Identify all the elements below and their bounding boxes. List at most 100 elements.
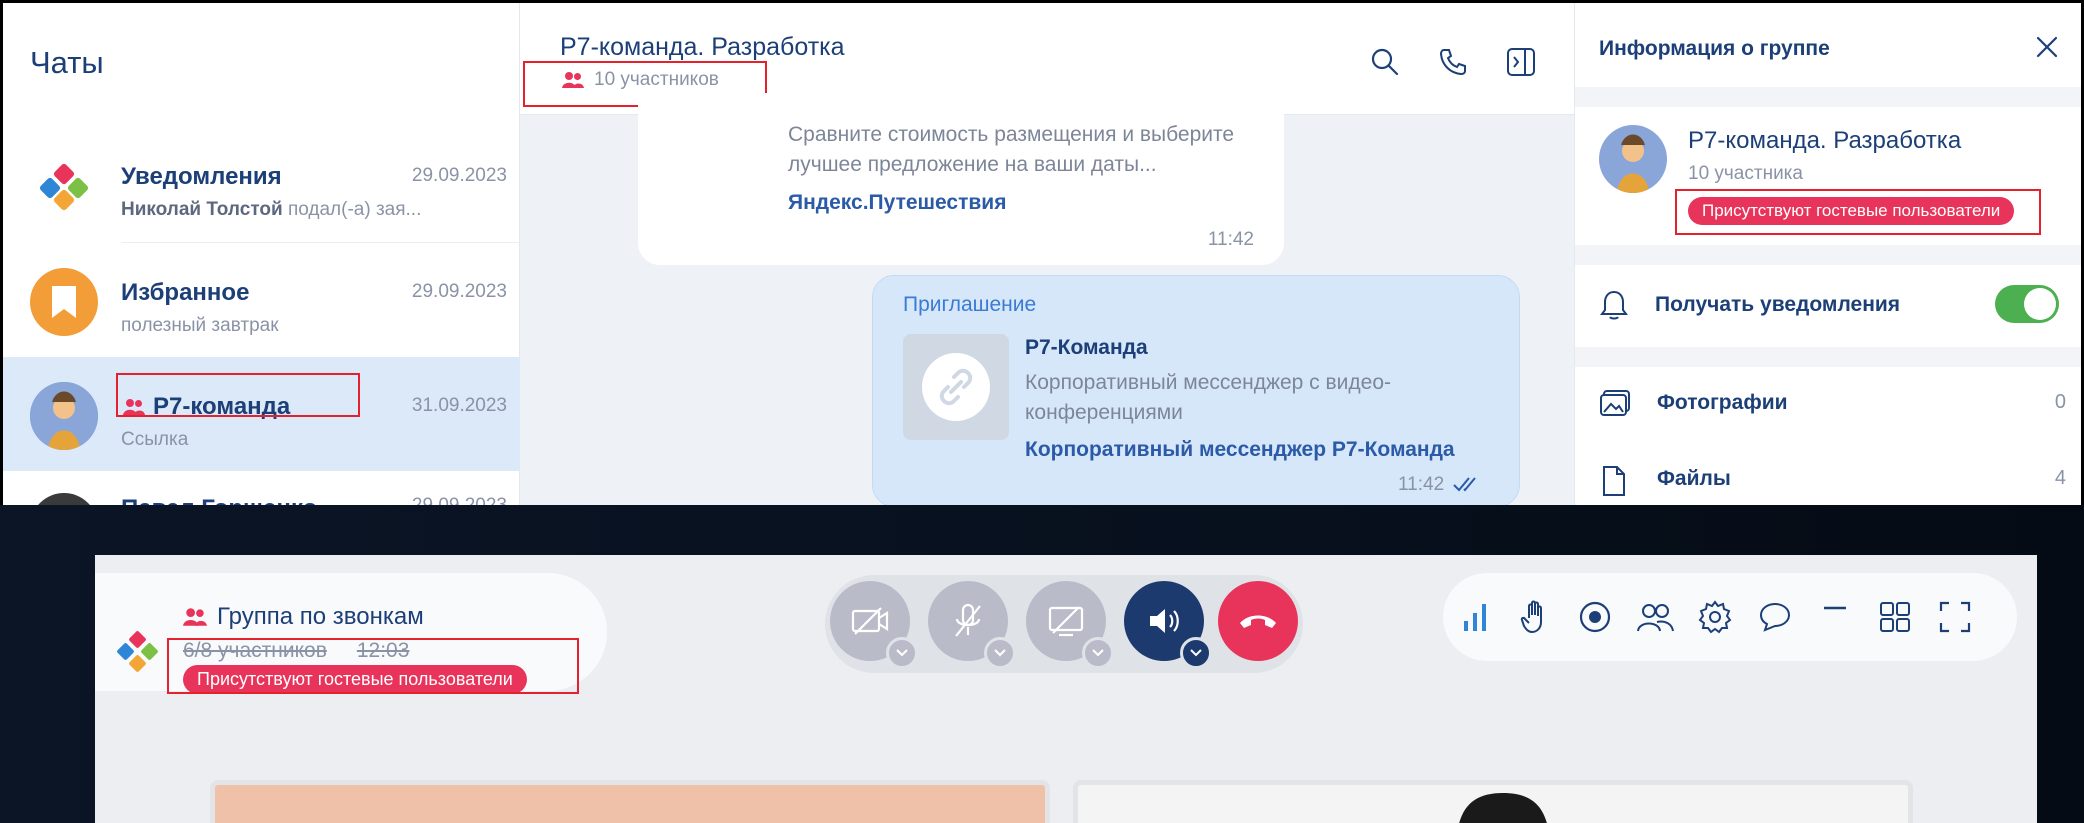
camera-options-button[interactable] (886, 637, 918, 669)
toggle-knob (2024, 288, 2056, 320)
r7-logo-icon (117, 631, 158, 672)
message-text: Сравните стоимость размещения и выберите (788, 123, 1235, 146)
chat-preview: Ссылка (121, 429, 189, 450)
chevron-down-icon (1190, 649, 1202, 657)
chat-name: Павел Горшенко (121, 495, 317, 505)
photos-count: 0 (2054, 391, 2066, 413)
link-icon (922, 353, 990, 421)
chat-date: 31.09.2023 (411, 395, 507, 416)
screen-options-button[interactable] (1082, 637, 1114, 669)
chat-date: 29.09.2023 (411, 165, 507, 186)
media-list: Фотографии 0 Файлы 4 (1575, 367, 2081, 505)
group-photo-icon (30, 382, 98, 450)
highlight-box (116, 373, 360, 417)
mic-off-icon (955, 603, 981, 637)
file-icon (1603, 466, 1625, 496)
mic-off-button[interactable] (928, 581, 1016, 669)
hang-up-button[interactable] (1218, 581, 1298, 661)
invite-card-desc: Корпоративный мессенджер с видео- (1025, 371, 1392, 394)
minimize-icon (1824, 606, 1846, 610)
chat-item-favorites[interactable]: Избранное 29.09.2023 полезный завтрак (3, 243, 520, 357)
speaker-button[interactable] (1124, 581, 1212, 669)
participants-button[interactable] (1635, 597, 1675, 637)
message-link[interactable]: Яндекс.Путешествия (788, 191, 1006, 215)
r7-logo-icon (39, 163, 89, 211)
chevron-down-icon (1092, 649, 1104, 657)
notifications-toggle[interactable] (1995, 285, 2059, 323)
chat-button[interactable] (1755, 597, 1795, 637)
call-title-text: Группа по звонкам (217, 603, 424, 630)
group-members: 10 участника (1688, 163, 1803, 184)
info-header: Информация о группе (1575, 3, 2081, 87)
message-time: 11:42 (1398, 474, 1445, 495)
grid-icon (1880, 602, 1910, 632)
fullscreen-icon (1939, 601, 1971, 633)
video-tile[interactable] (210, 780, 1050, 823)
participant-video (1078, 785, 1908, 823)
close-icon[interactable] (2035, 35, 2059, 59)
photos-label: Фотографии (1657, 391, 1788, 414)
screen-share-off-button[interactable] (1026, 581, 1114, 669)
signal-button[interactable] (1455, 597, 1495, 637)
files-count: 4 (2054, 467, 2066, 489)
chat-date: 29.09.2023 (411, 281, 507, 302)
grid-layout-button[interactable] (1875, 597, 1915, 637)
settings-button[interactable] (1695, 597, 1735, 637)
chat-date: 29.09.2023 (412, 495, 507, 505)
camera-off-button[interactable] (830, 581, 918, 669)
record-icon (1579, 601, 1611, 633)
highlight-box (1675, 189, 2041, 235)
group-info-panel: Информация о группе Р7-команда. Разработ… (1574, 3, 2081, 505)
fullscreen-button[interactable] (1935, 597, 1975, 637)
speaker-icon (1150, 609, 1179, 633)
hang-up-icon (1240, 615, 1276, 628)
video-tile[interactable] (1073, 780, 1913, 823)
chat-item-notifications[interactable]: Уведомления 29.09.2023 Николай Толстой п… (3, 127, 520, 241)
read-checkmarks-icon (1453, 477, 1476, 492)
phone-icon[interactable] (1438, 47, 1468, 77)
notifications-label: Получать уведомления (1655, 293, 1901, 316)
raise-hand-button[interactable] (1515, 597, 1555, 637)
files-label: Файлы (1657, 467, 1731, 490)
conversation-title[interactable]: Р7-команда. Разработка (560, 33, 845, 62)
group-photo-icon (1599, 125, 1667, 193)
search-icon[interactable] (1370, 47, 1400, 77)
user-avatar (30, 493, 98, 505)
chat-item-pavel[interactable]: Павел Горшенко 29.09.2023 (3, 471, 520, 505)
chat-list: Чаты Уведомления 29.09.2023 Николай Толс… (3, 3, 520, 505)
favorites-avatar (30, 268, 98, 336)
record-button[interactable] (1575, 597, 1615, 637)
link-preview-thumb[interactable] (903, 334, 1009, 440)
highlight-box (167, 638, 579, 694)
chat-preview-text: подал(-а) зая... (282, 199, 422, 220)
chat-preview: полезный завтрак (121, 315, 279, 336)
gear-icon (1698, 600, 1732, 634)
side-panel-icon[interactable] (1506, 47, 1536, 77)
invite-card-link[interactable]: Корпоративный мессенджер Р7-Команда (1025, 438, 1455, 462)
invite-card-title: Р7-Команда (1025, 336, 1148, 359)
call-window: Группа по звонкам 6/8 участников 12:03 Пр… (95, 555, 2037, 823)
invite-card-desc: конференциями (1025, 401, 1183, 424)
bell-icon (1600, 290, 1628, 320)
chat-icon (1759, 602, 1791, 632)
speaker-options-button[interactable] (1180, 637, 1212, 669)
signal-icon (1464, 604, 1486, 631)
app-logo-avatar (30, 152, 98, 220)
minimize-button[interactable] (1815, 597, 1855, 637)
chat-name: Уведомления (121, 163, 282, 190)
files-item[interactable]: Файлы 4 (1575, 443, 2081, 505)
group-avatar (1599, 125, 1667, 193)
mic-options-button[interactable] (984, 637, 1016, 669)
group-avatar (30, 382, 98, 450)
call-toolbar (1443, 573, 2017, 661)
screen-share-off-icon (1048, 606, 1084, 637)
hand-icon (1520, 600, 1542, 634)
conversation-pane: Р7-команда. Разработка 10 участников Сра… (520, 3, 1574, 505)
photos-item[interactable]: Фотографии 0 (1575, 367, 2081, 437)
group-summary: Р7-команда. Разработка 10 участника Прис… (1575, 107, 2081, 245)
notifications-row: Получать уведомления (1575, 265, 2081, 347)
message-text: лучшее предложение на ваши даты... (788, 153, 1157, 176)
chat-preview: Николай Толстой подал(-а) зая... (121, 199, 421, 221)
photos-icon (1600, 390, 1630, 416)
chevron-down-icon (994, 649, 1006, 657)
